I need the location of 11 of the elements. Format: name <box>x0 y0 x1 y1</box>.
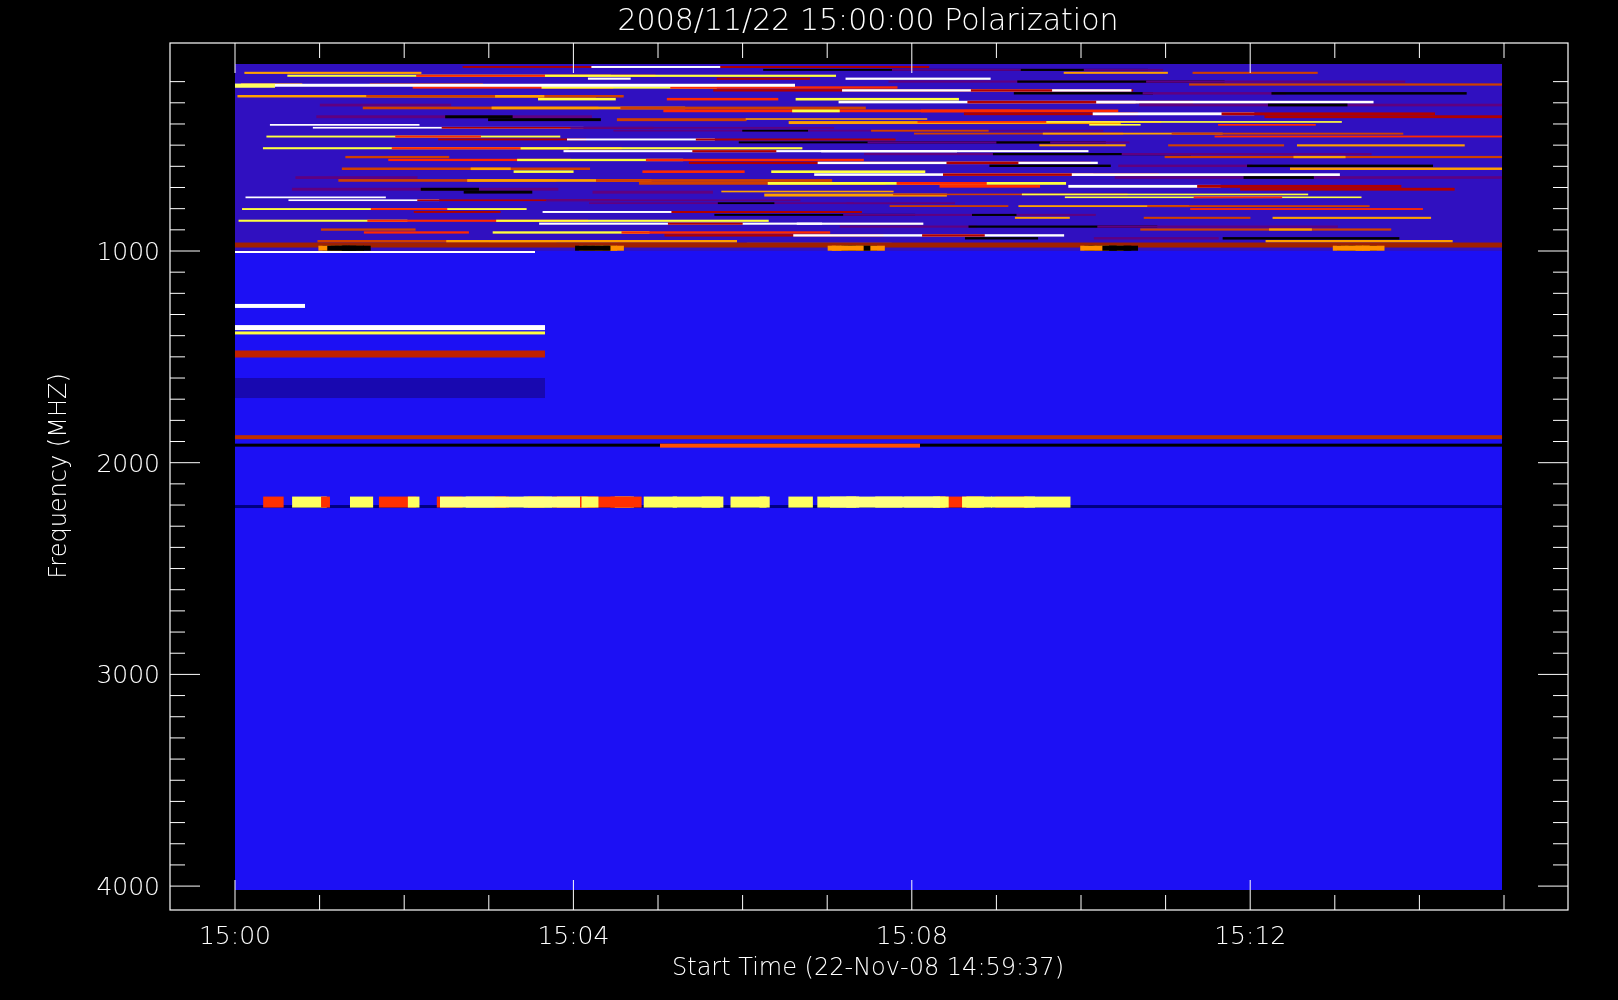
x-axis-label: Start Time (22-Nov-08 14:59:37) <box>672 953 1064 981</box>
y-tick-label: 4000 <box>96 872 160 902</box>
x-tick-label: 15:08 <box>875 921 948 950</box>
y-tick-label: 1000 <box>96 237 160 266</box>
x-tick-label: 15:00 <box>199 921 271 950</box>
y-tick-label: 2000 <box>96 448 160 478</box>
x-tick-label: 15:12 <box>1214 921 1287 950</box>
chart-title: 2008/11/22 15:00:00 Polarization <box>617 2 1119 37</box>
y-tick-label: 3000 <box>96 660 160 690</box>
y-axis-label: Frequency (MHZ) <box>44 373 72 579</box>
x-tick-label: 15:04 <box>537 921 610 950</box>
